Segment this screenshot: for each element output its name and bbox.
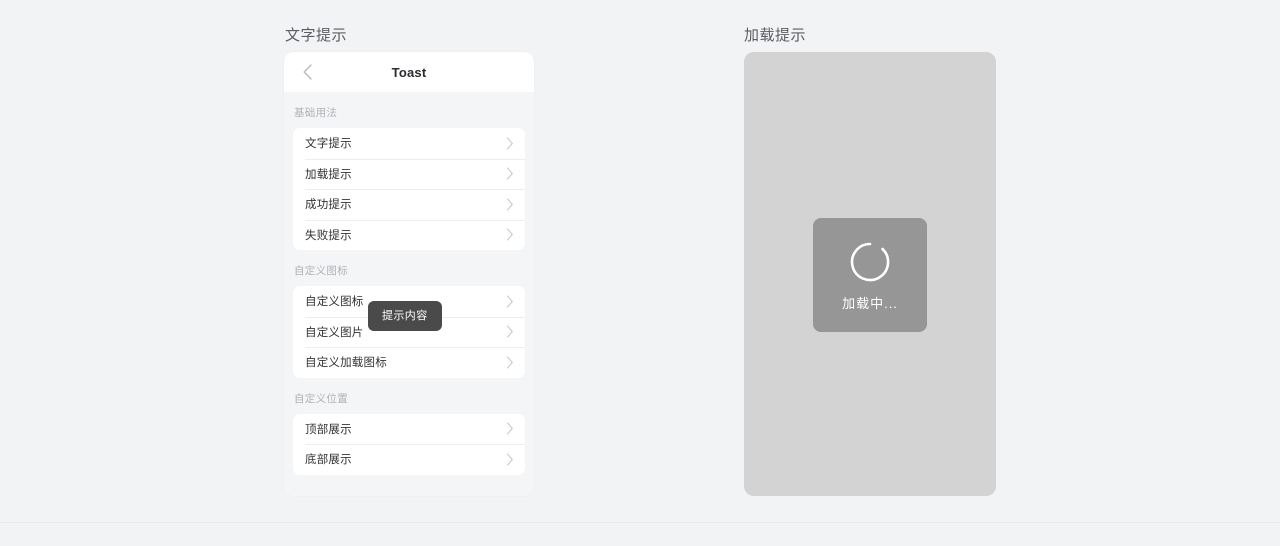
cell-group-basic: 文字提示 加载提示 成功提示 失败提示 xyxy=(293,128,525,250)
cell-group-custom-icon: 自定义图标 自定义图片 自定义加载图标 xyxy=(293,286,525,378)
cell-label: 顶部展示 xyxy=(305,423,352,436)
cell-item-success-toast[interactable]: 成功提示 xyxy=(293,189,525,220)
loading-toast: 加载中... xyxy=(813,218,927,332)
bottom-divider xyxy=(0,522,1280,523)
loading-overlay-panel: 加载中... xyxy=(744,52,996,496)
section-title-loading-toast: 加载提示 xyxy=(744,27,807,44)
group-title-custom-icon: 自定义图标 xyxy=(294,265,348,277)
chevron-left-icon xyxy=(302,63,313,81)
back-button[interactable] xyxy=(294,52,320,92)
chevron-right-icon xyxy=(506,137,514,150)
group-title-custom-position: 自定义位置 xyxy=(294,392,348,405)
cell-group-custom-position: 顶部展示 底部展示 xyxy=(293,413,525,475)
cell-label: 文字提示 xyxy=(305,138,352,151)
chevron-right-icon xyxy=(506,325,514,338)
cell-label: 底部展示 xyxy=(305,454,352,467)
nav-title: Toast xyxy=(391,64,427,80)
chevron-right-icon xyxy=(506,295,514,308)
cell-item-show-bottom[interactable]: 底部展示 xyxy=(293,444,525,475)
cell-item-show-top[interactable]: 顶部展示 xyxy=(293,414,525,445)
cell-label: 加载提示 xyxy=(305,168,352,181)
loading-toast-text: 加载中... xyxy=(842,295,898,311)
section-title-text-toast: 文字提示 xyxy=(285,27,348,44)
screen-root: 文字提示 加载提示 Toast 基础用法 文字提示 加载提示 成功提示 失败提示… xyxy=(0,0,1280,546)
phone-content: 基础用法 文字提示 加载提示 成功提示 失败提示 自定义图标 自定义图标 自定义… xyxy=(284,92,534,496)
cell-label: 失败提示 xyxy=(305,229,352,242)
cell-item-text-toast[interactable]: 文字提示 xyxy=(293,128,525,159)
text-toast: 提示内容 xyxy=(368,301,442,331)
cell-label: 成功提示 xyxy=(305,199,352,212)
chevron-right-icon xyxy=(506,453,514,466)
loading-spinner-icon xyxy=(847,239,893,285)
chevron-right-icon xyxy=(506,422,514,435)
chevron-right-icon xyxy=(506,228,514,241)
cell-item-custom-loading-icon[interactable]: 自定义加载图标 xyxy=(293,347,525,378)
chevron-right-icon xyxy=(506,356,514,369)
cell-label: 自定义加载图标 xyxy=(305,357,387,370)
chevron-right-icon xyxy=(506,167,514,180)
phone-preview-text-toast: Toast 基础用法 文字提示 加载提示 成功提示 失败提示 自定义图标 自定义… xyxy=(284,52,534,496)
nav-bar: Toast xyxy=(284,52,534,92)
cell-item-loading-toast[interactable]: 加载提示 xyxy=(293,158,525,190)
cell-item-fail-toast[interactable]: 失败提示 xyxy=(293,219,525,251)
group-title-basic: 基础用法 xyxy=(294,107,338,119)
chevron-right-icon xyxy=(506,198,514,211)
